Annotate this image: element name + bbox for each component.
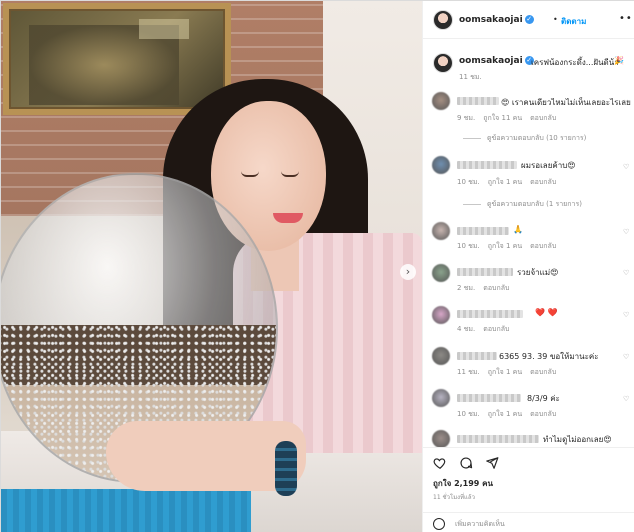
lips — [273, 213, 303, 223]
post-header: oomsakaojai✓ • ติดตาม ••• — [423, 1, 634, 39]
separator-dot: • — [553, 15, 558, 24]
beaded-bracelet — [275, 441, 297, 496]
eye-right — [281, 171, 299, 177]
author-avatar[interactable] — [433, 10, 453, 30]
author-username[interactable]: oomsakaojai ✓ — [459, 15, 534, 25]
comment-text: ผมรอเลยค้าบ😍 — [521, 161, 576, 170]
comment-avatar[interactable] — [432, 347, 450, 365]
reply-button[interactable]: ตอบกลับ — [530, 242, 556, 250]
heart-icon[interactable] — [433, 456, 447, 470]
like-comment-heart-icon[interactable]: ♡ — [623, 353, 629, 361]
comment-meta: 10 ชม. ถูกใจ 1 คน ตอบกลับ — [457, 409, 564, 420]
caption-time: 11 ชม. — [459, 73, 482, 81]
add-comment-bar[interactable]: เพิ่มความคิดเห็น — [423, 512, 634, 532]
comment-avatar[interactable] — [432, 264, 450, 282]
view-replies-text[interactable]: ดูข้อความตอบกลับ (10 รายการ) — [487, 134, 586, 142]
comment-avatar[interactable] — [432, 389, 450, 407]
wall-painting — [3, 3, 231, 115]
comment-time: 10 ชม. — [457, 410, 480, 418]
like-comment-heart-icon[interactable]: ♡ — [623, 99, 629, 107]
caption-username[interactable]: oomsakaojai ✓ — [459, 56, 534, 66]
instagram-post-frame: › oomsakaojai✓ • ติดตาม ••• oomsakaojai✓… — [0, 0, 634, 532]
comment-meta: 10 ชม. ถูกใจ 1 คน ตอบกลับ — [457, 177, 564, 188]
comment-meta: 2 ชม. ตอบกลับ — [457, 283, 517, 294]
comment-username-blurred[interactable] — [457, 352, 497, 360]
comment-text: 6365 93. 39 ขอให้มานะค่ะ — [499, 352, 599, 361]
like-count[interactable]: ถูกใจ 2,199 คน — [433, 477, 493, 490]
comment-text: 8/3/9 ค่ะ — [527, 394, 560, 403]
comment-username-blurred[interactable] — [457, 310, 523, 318]
comment-likes[interactable]: ถูกใจ 1 คน — [488, 242, 522, 250]
reply-button[interactable]: ตอบกลับ — [483, 325, 509, 333]
comment-username-blurred[interactable] — [457, 227, 509, 235]
comment-avatar[interactable] — [432, 306, 450, 324]
comment-likes[interactable]: ถูกใจ 1 คน — [488, 178, 522, 186]
caption-username-text[interactable]: oomsakaojai — [459, 56, 523, 66]
post-photo[interactable]: › — [1, 1, 422, 532]
username-text[interactable]: oomsakaojai — [459, 15, 523, 25]
comment-username-blurred[interactable] — [457, 268, 513, 276]
post-side-panel: oomsakaojai✓ • ติดตาม ••• oomsakaojai✓ เ… — [422, 1, 634, 532]
reply-button[interactable]: ตอบกลับ — [530, 178, 556, 186]
view-replies-link[interactable]: ดูข้อความตอบกลับ (10 รายการ) — [463, 133, 586, 144]
post-actions: ถูกใจ 2,199 คน 11 ชั่วโมงที่แล้ว เพิ่มคว… — [423, 447, 634, 532]
caption-author-avatar[interactable] — [433, 53, 453, 73]
comment-avatar[interactable] — [432, 156, 450, 174]
view-replies-text[interactable]: ดูข้อความตอบกลับ (1 รายการ) — [487, 200, 582, 208]
add-comment-input[interactable]: เพิ่มความคิดเห็น — [455, 519, 505, 530]
comment-likes[interactable]: ถูกใจ 11 คน — [483, 114, 522, 122]
comment-time: 4 ชม. — [457, 325, 476, 333]
comment-time: 10 ชม. — [457, 178, 480, 186]
verified-badge-icon: ✓ — [524, 15, 534, 24]
view-replies-link[interactable]: ดูข้อความตอบกลับ (1 รายการ) — [463, 199, 582, 210]
reply-button[interactable]: ตอบกลับ — [530, 410, 556, 418]
comment-username-blurred[interactable] — [457, 394, 521, 402]
caption-emoji: 🎉 — [614, 56, 624, 65]
comment-username-blurred[interactable] — [457, 161, 517, 169]
comment-time: 9 ชม. — [457, 114, 476, 122]
like-comment-heart-icon[interactable]: ♡ — [623, 395, 629, 403]
comment-avatar[interactable] — [432, 92, 450, 110]
comment-username-blurred[interactable] — [457, 97, 499, 105]
share-icon[interactable] — [485, 456, 499, 470]
more-options-icon[interactable]: ••• — [619, 13, 634, 24]
reply-button[interactable]: ตอบกลับ — [483, 284, 509, 292]
comment-likes[interactable]: ถูกใจ 1 คน — [488, 410, 522, 418]
comment-meta: 10 ชม. ถูกใจ 1 คน ตอบกลับ — [457, 241, 564, 252]
post-timestamp[interactable]: 11 ชั่วโมงที่แล้ว — [433, 492, 475, 502]
blue-mat — [1, 489, 251, 532]
follow-button[interactable]: ติดตาม — [561, 15, 586, 28]
comment-likes[interactable]: ถูกใจ 1 คน — [488, 368, 522, 376]
eye-left — [241, 171, 259, 177]
reply-button[interactable]: ตอบกลับ — [530, 114, 556, 122]
comment-time: 2 ชม. — [457, 284, 476, 292]
replies-line — [463, 137, 481, 139]
comment-meta: 11 ชม. ถูกใจ 1 คน ตอบกลับ — [457, 367, 564, 378]
comment-text: 🙏 — [513, 225, 523, 234]
comment-meta: 4 ชม. ตอบกลับ — [457, 324, 517, 335]
comment-avatar[interactable] — [432, 430, 450, 448]
comment-text: รวยจ้าแม่😍 — [517, 268, 559, 277]
comment-text: ทำไมดูไม่ออกเลย😍 — [543, 435, 612, 444]
comment-avatar[interactable] — [432, 222, 450, 240]
comment-text: 😍 เราคนเดียวไหมไม่เห็นเลยอะไรเลย — [501, 98, 631, 107]
like-comment-heart-icon[interactable]: ♡ — [623, 228, 629, 236]
comment-icon[interactable] — [459, 456, 473, 470]
like-comment-heart-icon[interactable]: ♡ — [623, 311, 629, 319]
replies-line — [463, 203, 481, 205]
comment-username-blurred[interactable] — [457, 435, 539, 443]
comment-time: 10 ชม. — [457, 242, 480, 250]
carousel-next-button[interactable]: › — [400, 264, 416, 280]
comment-meta: 9 ชม. ถูกใจ 11 คน ตอบกลับ — [457, 113, 564, 124]
comment-time: 11 ชม. — [457, 368, 480, 376]
like-comment-heart-icon[interactable]: ♡ — [623, 269, 629, 277]
comment-text: ❤️ ❤️ — [535, 308, 558, 317]
reply-button[interactable]: ตอบกลับ — [530, 368, 556, 376]
caption-text: เครฟน้องกระดึ้ง...ฝันดีน้า — [531, 58, 619, 67]
emoji-icon[interactable] — [433, 518, 445, 530]
painting-highlight — [139, 19, 189, 39]
like-comment-heart-icon[interactable]: ♡ — [623, 163, 629, 171]
